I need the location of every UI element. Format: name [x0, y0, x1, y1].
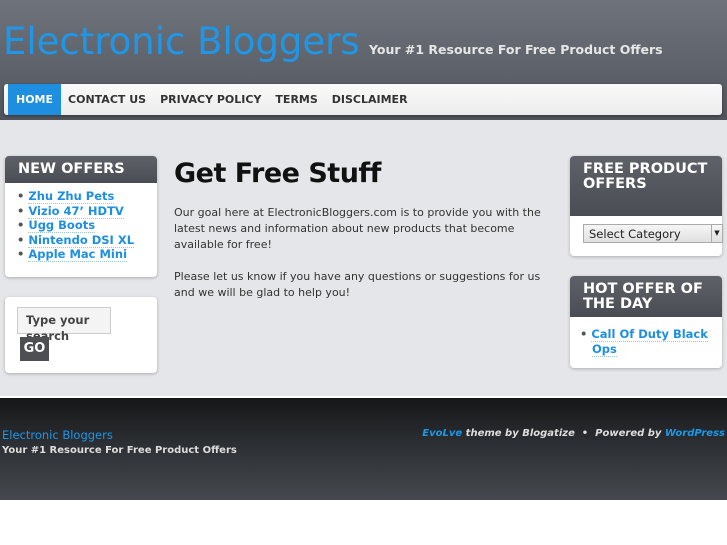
footer-site-title[interactable]: Electronic Bloggers — [2, 428, 113, 442]
credits-text: theme by Blogatize • Powered by — [462, 428, 665, 439]
search-input[interactable]: Type your search — [17, 307, 111, 343]
free-offers-widget: FREE PRODUCT OFFERS Select Category ▼ — [570, 156, 723, 256]
site-tagline: Your #1 Resource For Free Product Offers — [369, 42, 663, 57]
footer-credits: EvoLve theme by Blogatize • Powered by W… — [422, 428, 725, 439]
go-button[interactable]: GO — [20, 337, 49, 361]
nav-contact-us[interactable]: CONTACT US — [61, 84, 153, 115]
nav-privacy-policy[interactable]: PRIVACY POLICY — [153, 84, 268, 115]
category-select-value: Select Category — [589, 227, 681, 241]
main-nav: HOME CONTACT US PRIVACY POLICY TERMS DIS… — [4, 84, 722, 115]
offer-link[interactable]: Vizio 47’ HDTV — [28, 203, 124, 219]
list-item: • Call Of Duty Black Ops — [580, 327, 708, 357]
list-item: • Nintendo DSI XL — [17, 232, 135, 248]
intro-paragraph: Our goal here at ElectronicBloggers.com … — [174, 206, 541, 251]
hot-offer-link[interactable]: Call Of Duty Black Ops — [591, 327, 708, 357]
widget-title: NEW OFFERS — [5, 156, 157, 183]
list-item: • Apple Mac Mini — [17, 247, 128, 262]
page-title: Get Free Stuff — [174, 158, 381, 189]
offer-link[interactable]: Ugg Boots — [28, 218, 96, 233]
evolve-link[interactable]: EvoLve — [422, 428, 462, 439]
wordpress-link[interactable]: WordPress — [665, 428, 725, 439]
offer-link[interactable]: Apple Mac Mini — [28, 247, 128, 262]
offer-link[interactable]: Zhu Zhu Pets — [28, 189, 115, 204]
nav-home[interactable]: HOME — [8, 84, 62, 115]
widget-title: FREE PRODUCT OFFERS — [570, 156, 722, 216]
list-item: • Ugg Boots — [17, 218, 96, 233]
nav-disclaimer[interactable]: DISCLAIMER — [325, 84, 415, 115]
new-offers-widget: NEW OFFERS • Zhu Zhu Pets • Vizio 47’ HD… — [5, 156, 157, 277]
offer-link[interactable]: Nintendo DSI XL — [28, 232, 135, 248]
contact-paragraph: Please let us know if you have any quest… — [174, 270, 541, 299]
nav-terms[interactable]: TERMS — [268, 84, 324, 115]
hot-offer-widget: HOT OFFER OF THE DAY • Call Of Duty Blac… — [570, 276, 722, 368]
footer: Electronic Bloggers Your #1 Resource For… — [0, 398, 727, 500]
dropdown-arrow-icon: ▼ — [711, 225, 722, 242]
list-item: • Vizio 47’ HDTV — [17, 203, 124, 219]
list-item: • Zhu Zhu Pets — [17, 189, 115, 204]
footer-tagline: Your #1 Resource For Free Product Offers — [2, 445, 237, 456]
site-title[interactable]: Electronic Bloggers — [3, 20, 360, 63]
header: Electronic Bloggers Your #1 Resource For… — [0, 0, 727, 120]
search-widget: Type your search GO — [5, 297, 157, 373]
content: Get Free Stuff Our goal here at Electron… — [174, 158, 559, 301]
category-select[interactable]: Select Category ▼ — [583, 224, 723, 243]
widget-title: HOT OFFER OF THE DAY — [570, 276, 722, 317]
